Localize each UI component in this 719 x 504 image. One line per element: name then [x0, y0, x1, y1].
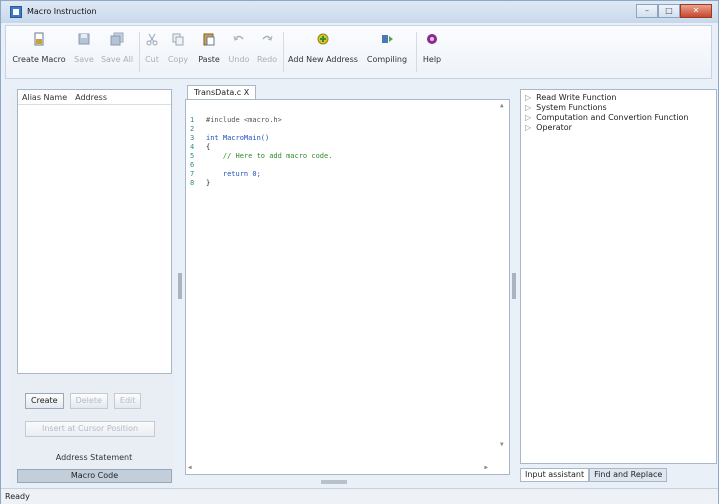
column-alias-name[interactable]: Alias Name	[18, 90, 71, 104]
editor-horizontal-scrollbar[interactable]: ◀ ▶	[188, 464, 488, 472]
scroll-left-icon[interactable]: ◀	[188, 464, 192, 471]
macro-window: Macro Instruction – □ ✕ Create Macro Sav…	[0, 0, 719, 504]
address-buttons: Create Delete Edit	[25, 393, 142, 409]
create-macro-icon	[34, 32, 44, 46]
insert-at-cursor-button[interactable]: Insert at Cursor Position	[25, 421, 155, 437]
minimize-button[interactable]: –	[636, 4, 658, 18]
redo-icon	[262, 35, 273, 41]
paste-button[interactable]: Paste	[195, 30, 223, 76]
toolbar-separator	[283, 32, 284, 72]
redo-button[interactable]: Redo	[255, 30, 279, 76]
editor-tab-label: TransData.c	[194, 88, 242, 97]
expand-icon[interactable]: ▷	[525, 123, 531, 132]
add-new-address-button[interactable]: Add New Address	[288, 30, 358, 76]
cut-icon	[146, 33, 158, 46]
create-button[interactable]: Create	[25, 393, 64, 409]
tab-macro-code[interactable]: Macro Code	[17, 469, 172, 483]
save-icon	[78, 33, 90, 45]
tree-item-computation[interactable]: ▷ Computation and Convertion Function	[525, 113, 688, 122]
bottom-splitter-handle[interactable]	[321, 480, 347, 484]
compile-icon	[382, 35, 393, 43]
code-editor[interactable]: 1 #include <macro.h> 2 3 int MacroMain() 4…	[185, 99, 510, 475]
expand-icon[interactable]: ▷	[525, 93, 531, 102]
scroll-down-icon[interactable]: ▼	[500, 441, 504, 448]
title-bar: Macro Instruction – □ ✕	[1, 1, 718, 23]
scroll-up-icon[interactable]: ▲	[500, 102, 504, 109]
tree-item-read-write[interactable]: ▷ Read Write Function	[525, 93, 617, 102]
save-button[interactable]: Save	[72, 30, 96, 76]
tree-item-system-functions[interactable]: ▷ System Functions	[525, 103, 607, 112]
status-bar: Ready	[1, 488, 718, 504]
undo-button[interactable]: Undo	[227, 30, 251, 76]
tab-transdata[interactable]: TransData.c X	[187, 85, 257, 99]
expand-icon[interactable]: ▷	[525, 103, 531, 112]
editor-vertical-scrollbar[interactable]: ▲ ▼	[499, 102, 507, 448]
tree-item-operator[interactable]: ▷ Operator	[525, 123, 572, 132]
address-panel: Alias Name Address Create Delete Edit In…	[11, 89, 174, 489]
maximize-button[interactable]: □	[658, 4, 680, 18]
add-address-icon	[317, 33, 329, 45]
left-splitter-handle[interactable]	[178, 273, 182, 299]
column-address[interactable]: Address	[71, 90, 111, 104]
toolbar-separator	[139, 32, 140, 72]
copy-button[interactable]: Copy	[165, 30, 191, 76]
status-text: Ready	[5, 492, 30, 501]
help-button[interactable]: Help	[420, 30, 444, 76]
close-tab-icon[interactable]: X	[244, 88, 249, 97]
alias-list[interactable]: Alias Name Address	[17, 89, 172, 374]
close-button[interactable]: ✕	[680, 4, 712, 18]
address-statement-label: Address Statement	[55, 453, 133, 462]
undo-icon	[233, 35, 244, 41]
create-macro-button[interactable]: Create Macro	[10, 30, 68, 76]
right-splitter-handle[interactable]	[512, 273, 516, 299]
help-icon	[427, 34, 437, 44]
editor-tabbar: TransData.c X	[185, 85, 511, 99]
expand-icon[interactable]: ▷	[525, 113, 531, 122]
app-icon	[10, 6, 22, 18]
edit-button[interactable]: Edit	[113, 393, 142, 409]
input-assistant-panel: ▷ Read Write Function ▷ System Functions ▷…	[520, 89, 717, 464]
alias-list-header: Alias Name Address	[18, 90, 171, 105]
right-panel-tabs: Input assistant Find and Replace	[520, 468, 668, 482]
scroll-right-icon[interactable]: ▶	[484, 464, 488, 471]
tab-input-assistant[interactable]: Input assistant	[520, 468, 590, 482]
cut-button[interactable]: Cut	[143, 30, 161, 76]
tab-find-and-replace[interactable]: Find and Replace	[589, 468, 668, 482]
compiling-button[interactable]: Compiling	[363, 30, 411, 76]
save-all-icon	[110, 32, 124, 46]
copy-icon	[172, 33, 184, 46]
toolbar: Create Macro Save Save All Cut Copy Past…	[5, 25, 712, 79]
delete-button[interactable]: Delete	[69, 393, 108, 409]
save-all-button[interactable]: Save All	[100, 30, 134, 76]
toolbar-separator	[416, 32, 417, 72]
window-title: Macro Instruction	[27, 7, 97, 16]
window-controls: – □ ✕	[636, 4, 712, 19]
paste-icon	[203, 33, 215, 46]
